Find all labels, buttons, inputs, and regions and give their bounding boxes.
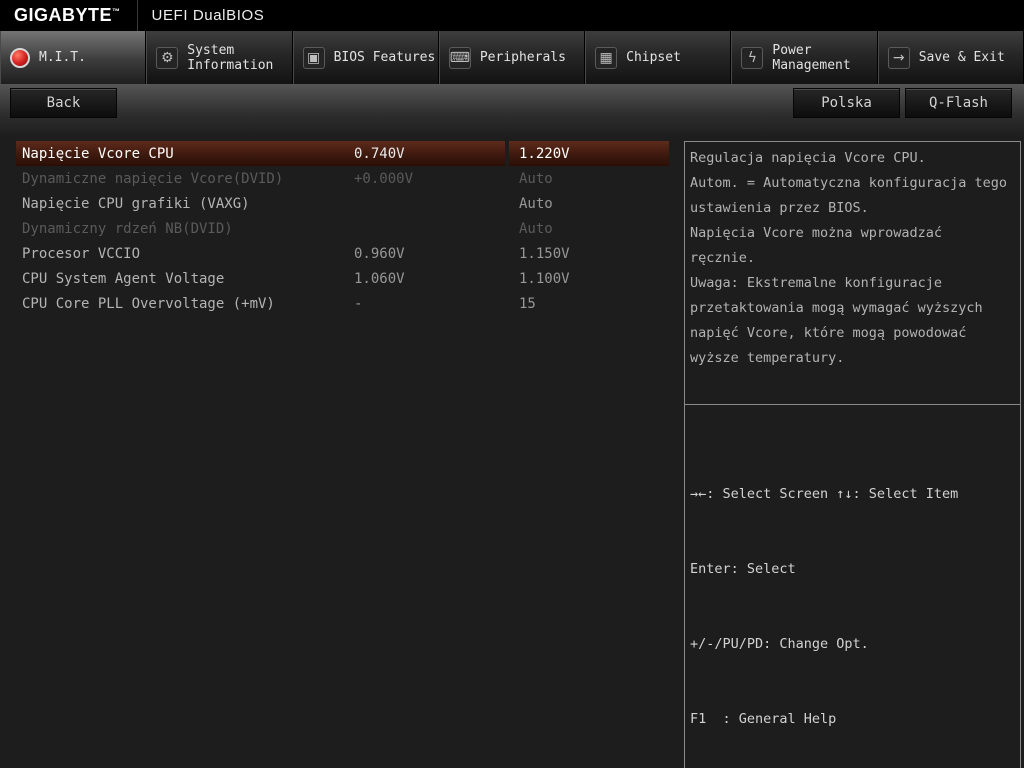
setting-name: CPU System Agent Voltage xyxy=(22,270,225,287)
tab-label: Save & Exit xyxy=(918,50,1005,65)
tab-chipset[interactable]: Chipset xyxy=(585,31,732,84)
setting-row-vcore[interactable]: Napięcie Vcore CPU 0.740V 1.220V xyxy=(16,141,681,166)
setting-row-pll-overvoltage[interactable]: CPU Core PLL Overvoltage (+mV) - 15 xyxy=(16,291,681,316)
help-line: ustawienia przez BIOS. xyxy=(690,200,869,216)
key-legend-line: +/-/PU/PD: Change Opt. xyxy=(690,636,869,652)
setting-row-main: CPU System Agent Voltage 1.060V xyxy=(16,266,505,291)
setting-name: Napięcie CPU grafiki (VAXG) xyxy=(22,195,250,212)
setting-current-value: 0.740V xyxy=(354,145,405,162)
top-bar: GIGABYTE™ UEFI DualBIOS xyxy=(0,0,1024,31)
bios-chip-icon xyxy=(302,46,325,69)
help-line: Napięcia Vcore można wprowadzać xyxy=(690,225,942,241)
back-button[interactable]: Back xyxy=(10,88,117,118)
setting-name: Dynamiczne napięcie Vcore(DVID) xyxy=(22,170,284,187)
trademark-symbol: ™ xyxy=(112,7,121,16)
tab-power-management[interactable]: Power Management xyxy=(731,31,878,84)
setting-row-main: Dynamiczne napięcie Vcore(DVID) +0.000V xyxy=(16,166,505,191)
tab-label: Power Management xyxy=(772,42,851,73)
tab-label: System Information xyxy=(187,42,274,73)
gigabyte-logo: GIGABYTE™ xyxy=(14,5,121,26)
setting-row-main: Napięcie Vcore CPU 0.740V xyxy=(16,141,505,166)
setting-value[interactable]: 1.150V xyxy=(509,241,669,266)
tab-bios-features[interactable]: BIOS Features xyxy=(292,31,439,84)
setting-row-nb-dvid[interactable]: Dynamiczny rdzeń NB(DVID) Auto xyxy=(16,216,681,241)
help-panel: Regulacja napięcia Vcore CPU. Autom. = A… xyxy=(684,141,1021,768)
setting-row-main: Dynamiczny rdzeń NB(DVID) xyxy=(16,216,505,241)
setting-row-system-agent[interactable]: CPU System Agent Voltage 1.060V 1.100V xyxy=(16,266,681,291)
chipset-icon xyxy=(595,46,618,69)
setting-current-value: 1.060V xyxy=(354,270,405,287)
setting-value: Auto xyxy=(519,220,553,237)
key-legend: →←: Select Screen ↑↓: Select Item Enter:… xyxy=(685,405,1020,768)
tab-system-information[interactable]: System Information xyxy=(146,31,293,84)
help-line: napięć Vcore, które mogą powodować xyxy=(690,325,967,341)
key-legend-line: F1 : General Help xyxy=(690,711,837,727)
tab-save-exit[interactable]: Save & Exit xyxy=(877,31,1024,84)
toolbar: Back Polska Q-Flash xyxy=(0,84,1024,138)
setting-value[interactable]: 15 xyxy=(509,291,669,316)
help-line: przetaktowania mogą wymagać wyższych xyxy=(690,300,983,316)
setting-current-value: +0.000V xyxy=(354,170,414,187)
setting-current-value: 0.960V xyxy=(354,245,405,262)
gear-icon xyxy=(156,46,179,69)
setting-row-vaxg[interactable]: Napięcie CPU grafiki (VAXG) Auto xyxy=(16,191,681,216)
page-title: UEFI DualBIOS xyxy=(151,7,265,24)
tab-peripherals[interactable]: Peripherals xyxy=(438,31,586,84)
setting-value[interactable]: 1.220V xyxy=(509,141,669,166)
setting-row-dvid[interactable]: Dynamiczne napięcie Vcore(DVID) +0.000V … xyxy=(16,166,681,191)
setting-name: CPU Core PLL Overvoltage (+mV) xyxy=(22,295,275,312)
setting-row-main: Napięcie CPU grafiki (VAXG) xyxy=(16,191,505,216)
setting-row-vccio[interactable]: Procesor VCCIO 0.960V 1.150V xyxy=(16,241,681,266)
setting-value[interactable]: Auto xyxy=(509,191,669,216)
bios-screen: GIGABYTE™ UEFI DualBIOS M.I.T. System In… xyxy=(0,0,1024,768)
setting-name: Napięcie Vcore CPU xyxy=(22,145,174,162)
setting-row-main: Procesor VCCIO 0.960V xyxy=(16,241,505,266)
setting-value: Auto xyxy=(519,170,553,187)
topbar-divider xyxy=(136,0,138,31)
help-line: wyższe temperatury. xyxy=(690,350,845,366)
tab-mit[interactable]: M.I.T. xyxy=(0,31,147,84)
setting-current-value: - xyxy=(354,295,363,312)
setting-name: Procesor VCCIO xyxy=(22,245,141,262)
setting-row-main: CPU Core PLL Overvoltage (+mV) - xyxy=(16,291,505,316)
tab-label: M.I.T. xyxy=(39,50,86,65)
setting-value[interactable]: 1.100V xyxy=(509,266,669,291)
tab-label: Chipset xyxy=(626,50,681,65)
help-line: Uwaga: Ekstremalne konfiguracje xyxy=(690,275,942,291)
key-legend-line: →←: Select Screen ↑↓: Select Item xyxy=(690,486,959,502)
main-content: Napięcie Vcore CPU 0.740V 1.220V Dynamic… xyxy=(0,138,1024,768)
help-line: ręcznie. xyxy=(690,250,756,266)
power-icon xyxy=(741,46,764,69)
help-line: Regulacja napięcia Vcore CPU. xyxy=(690,150,926,166)
brand-text: GIGABYTE xyxy=(14,5,113,25)
tab-label: Peripherals xyxy=(479,50,566,65)
help-description: Regulacja napięcia Vcore CPU. Autom. = A… xyxy=(685,142,1020,405)
mit-red-dot-icon xyxy=(10,47,30,68)
settings-list: Napięcie Vcore CPU 0.740V 1.220V Dynamic… xyxy=(16,141,681,768)
tab-label: BIOS Features xyxy=(333,50,436,65)
peripherals-icon xyxy=(448,46,471,69)
setting-name: Dynamiczny rdzeń NB(DVID) xyxy=(22,220,233,237)
language-button[interactable]: Polska xyxy=(793,88,900,118)
qflash-button[interactable]: Q-Flash xyxy=(905,88,1012,118)
help-line: Autom. = Automatyczna konfiguracja tego xyxy=(690,175,1007,191)
save-exit-icon xyxy=(887,46,910,69)
tab-bar: M.I.T. System Information BIOS Features … xyxy=(0,31,1024,84)
key-legend-line: Enter: Select xyxy=(690,561,796,577)
